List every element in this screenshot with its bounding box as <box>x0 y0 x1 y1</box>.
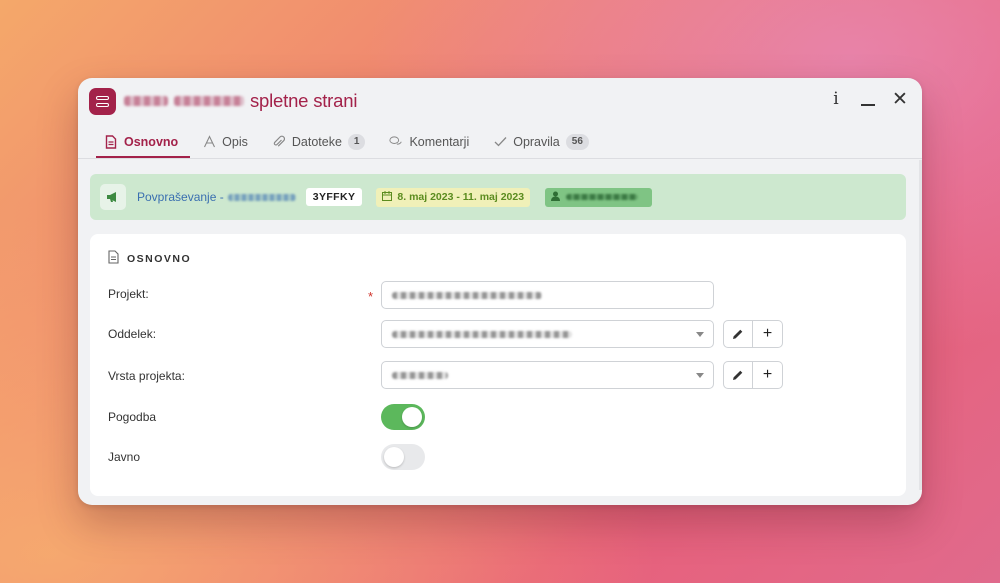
redacted-department-value <box>392 330 572 338</box>
projekt-input[interactable] <box>381 281 714 309</box>
document-icon <box>108 250 119 267</box>
vrsta-projekta-label: Vrsta projekta: <box>108 369 185 383</box>
pogodba-label: Pogodba <box>108 410 157 424</box>
date-range-text: 8. maj 2023 - 11. maj 2023 <box>397 191 525 203</box>
tab-bar: Osnovno Opis Datoteke 1 Komentarji Oprav… <box>78 126 922 159</box>
basic-section-card: OSNOVNO Projekt: * Oddelek: + Vrsta proj… <box>90 234 906 496</box>
megaphone-icon <box>100 184 126 210</box>
window-controls: i ✕ <box>828 89 908 110</box>
tab-osnovno[interactable]: Osnovno <box>95 126 191 158</box>
tab-label: Opravila <box>513 134 560 149</box>
close-icon[interactable]: ✕ <box>892 89 908 110</box>
redacted-assignee-name <box>566 194 639 200</box>
app-icon <box>89 88 116 115</box>
checkmark-icon <box>493 135 507 149</box>
pencil-icon <box>733 329 743 339</box>
calendar-icon <box>382 190 393 204</box>
date-range-badge: 8. maj 2023 - 11. maj 2023 <box>376 187 531 207</box>
tab-label: Opis <box>222 134 248 149</box>
pencil-icon <box>733 370 743 380</box>
oddelek-label: Oddelek: <box>108 327 157 341</box>
window-title-suffix: spletne strani <box>250 90 358 111</box>
add-vrsta-projekta-button[interactable]: + <box>753 361 783 389</box>
assignee-badge[interactable] <box>545 187 653 207</box>
tab-label: Osnovno <box>124 134 179 149</box>
tab-label: Datoteke <box>291 134 342 149</box>
tab-datoteke[interactable]: Datoteke 1 <box>270 126 378 157</box>
comments-icon <box>389 135 403 149</box>
required-marker: * <box>368 289 374 304</box>
pogodba-toggle[interactable] <box>381 404 425 430</box>
projekt-label: Projekt: <box>108 287 149 301</box>
chevron-down-icon <box>696 332 704 337</box>
info-icon[interactable]: i <box>828 89 844 109</box>
count-badge: 56 <box>565 133 589 150</box>
chevron-down-icon <box>696 373 704 378</box>
add-oddelek-button[interactable]: + <box>753 320 783 348</box>
edit-vrsta-projekta-button[interactable] <box>723 361 753 389</box>
inquiry-link-prefix: Povpraševanje - <box>137 190 224 204</box>
project-window: spletne strani i ✕ Osnovno Opis Datoteke <box>78 78 922 505</box>
tab-opis[interactable]: Opis <box>200 126 260 157</box>
edit-oddelek-button[interactable] <box>723 320 753 348</box>
redacted-title-text-2 <box>174 96 244 106</box>
redacted-inquiry-name <box>227 193 296 201</box>
inquiry-banner: Povpraševanje - 3YFFKY 8. maj 2023 - 11.… <box>90 174 906 220</box>
count-badge: 1 <box>347 133 366 150</box>
paperclip-icon <box>272 135 286 149</box>
tab-label: Komentarji <box>409 134 470 149</box>
window-title: spletne strani <box>124 90 357 112</box>
titlebar: spletne strani i ✕ <box>78 78 922 126</box>
text-icon <box>202 135 216 149</box>
redacted-project-value <box>392 291 542 299</box>
section-header: OSNOVNO <box>108 250 191 267</box>
javno-label: Javno <box>108 450 141 464</box>
vrsta-projekta-select[interactable] <box>381 361 714 389</box>
toggle-knob <box>384 447 404 467</box>
user-icon <box>551 188 561 206</box>
javno-toggle[interactable] <box>381 444 425 470</box>
tab-komentarji[interactable]: Komentarji <box>387 126 481 157</box>
redacted-project-type-value <box>392 371 448 379</box>
toggle-knob <box>402 407 422 427</box>
oddelek-select[interactable] <box>381 320 714 348</box>
inquiry-link[interactable]: Povpraševanje - <box>137 190 296 204</box>
minimize-icon[interactable] <box>860 90 876 108</box>
redacted-title-text <box>124 96 168 106</box>
code-badge: 3YFFKY <box>305 188 363 206</box>
tab-opravila[interactable]: Opravila 56 <box>491 126 601 157</box>
section-title: OSNOVNO <box>127 252 192 265</box>
scrollbar[interactable] <box>919 160 922 490</box>
document-icon <box>104 134 118 149</box>
